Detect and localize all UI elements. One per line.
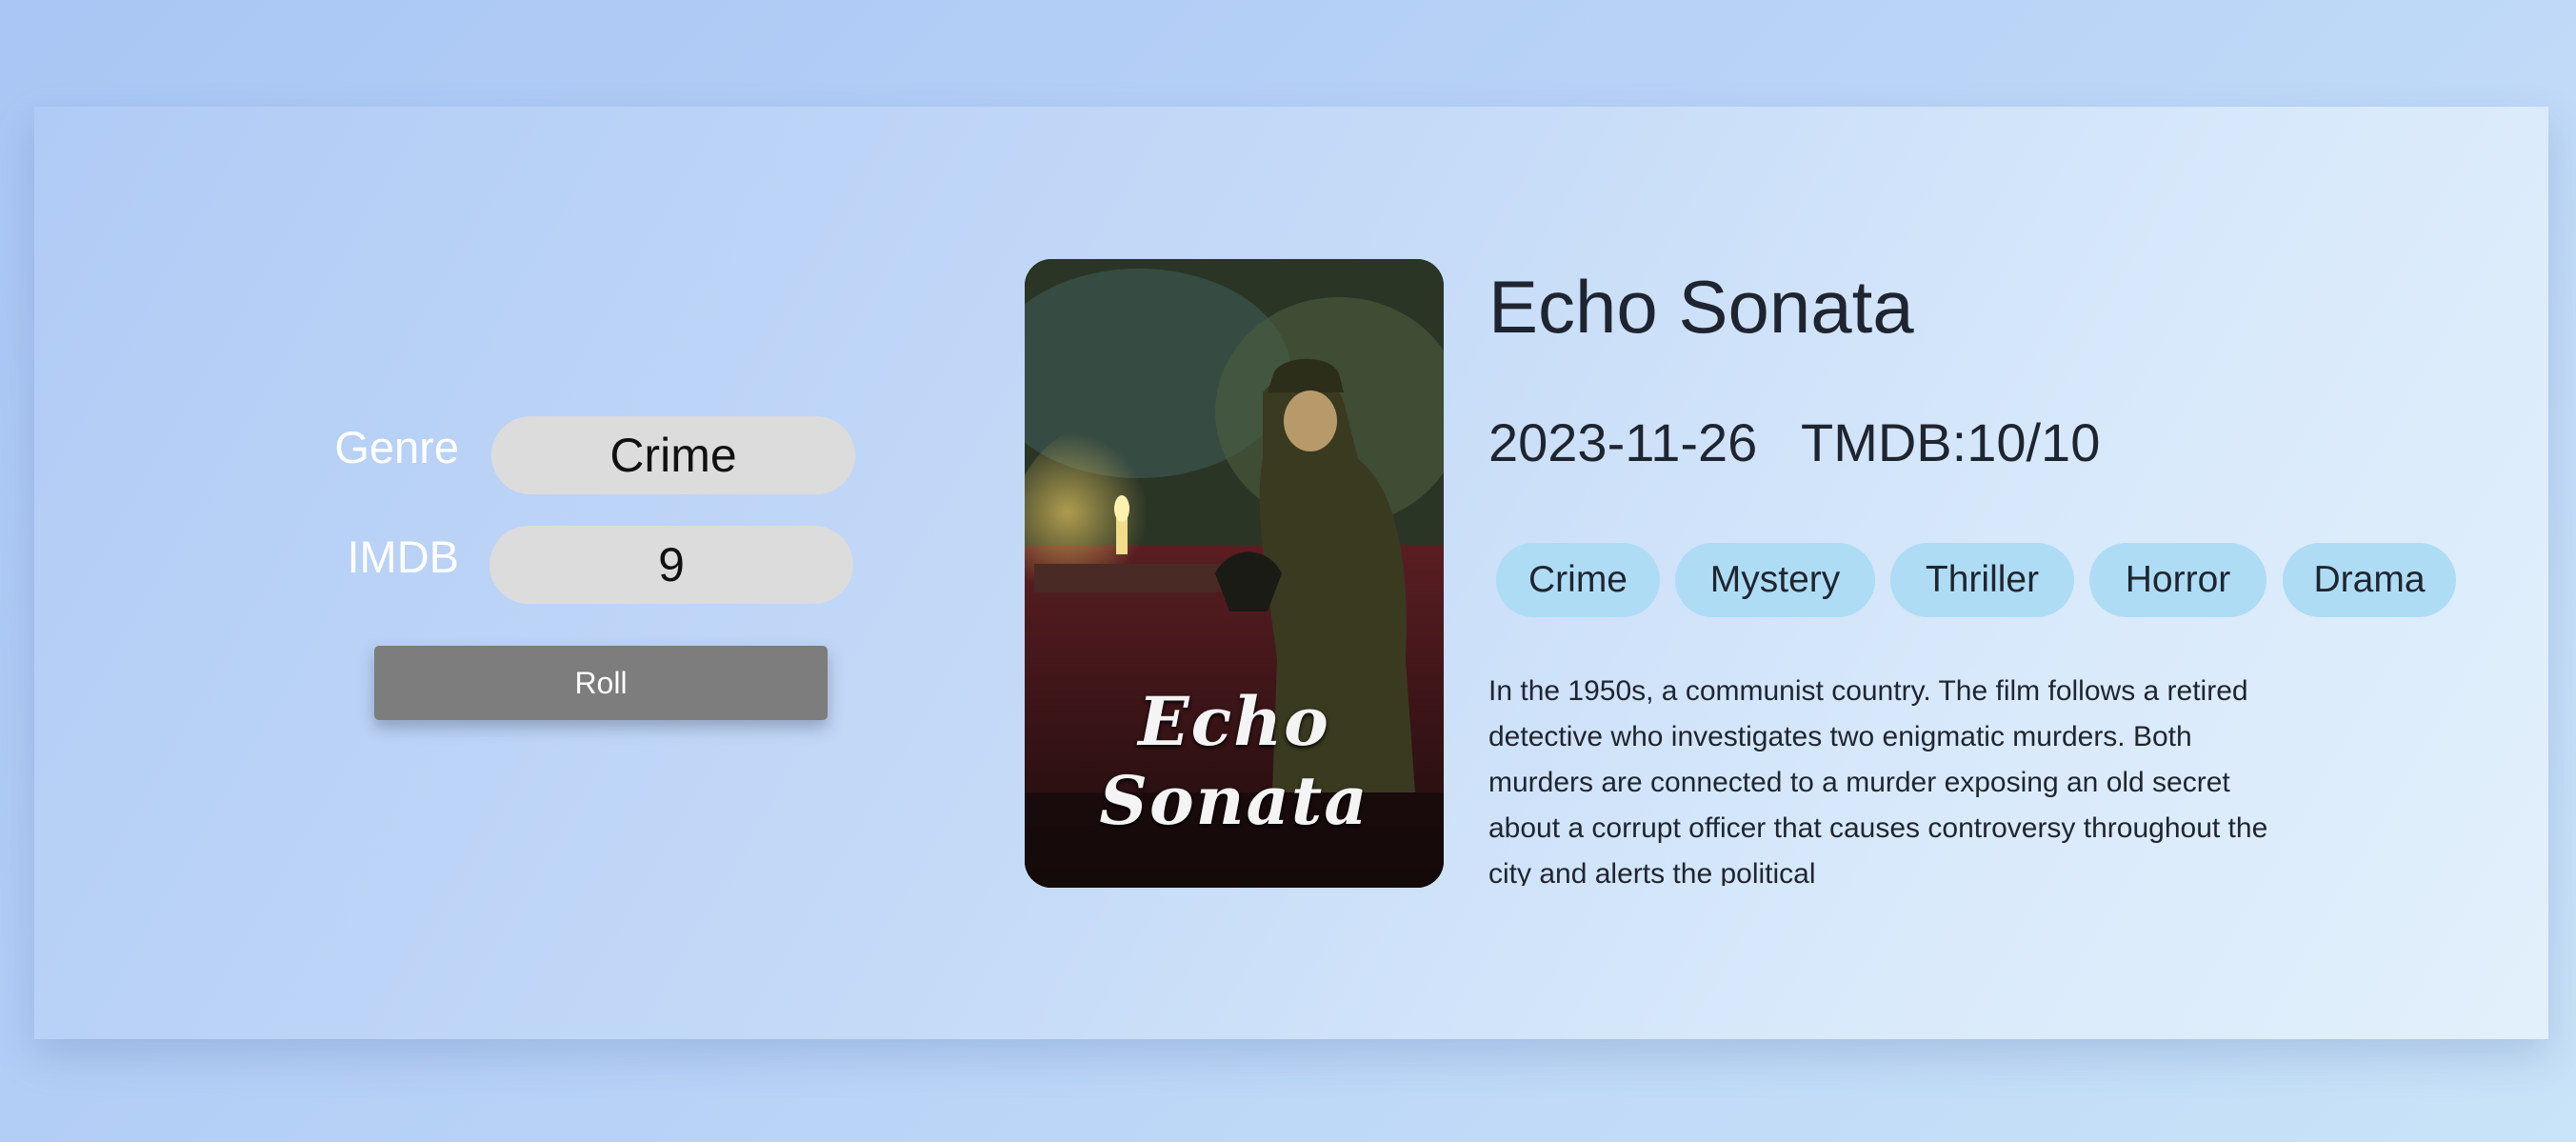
imdb-label: IMDB [347,531,460,582]
genre-tag-mystery: Mystery [1675,543,1875,617]
genre-selector[interactable]: Crime [491,416,855,494]
tmdb-rating: TMDB:10/10 [1801,412,2101,472]
genre-tag-horror: Horror [2089,543,2266,617]
movie-card: Genre Crime IMDB 9 Roll Echo Sonata Echo… [34,107,2548,1039]
genre-label: Genre [334,422,459,472]
poster-title-art: Echo Sonata [1099,682,1369,840]
roll-button[interactable]: Roll [374,646,828,720]
movie-title: Echo Sonata [1488,265,1914,349]
genre-tag-crime: Crime [1496,543,1660,617]
movie-poster[interactable]: Echo Sonata [1025,259,1444,888]
imdb-selector[interactable]: 9 [489,526,853,604]
movie-overview: In the 1950s, a communist country. The f… [1488,675,2268,886]
genre-tag-drama: Drama [2283,543,2456,617]
genre-tag-thriller: Thriller [1890,543,2074,617]
release-date: 2023-11-26 [1488,412,1758,472]
